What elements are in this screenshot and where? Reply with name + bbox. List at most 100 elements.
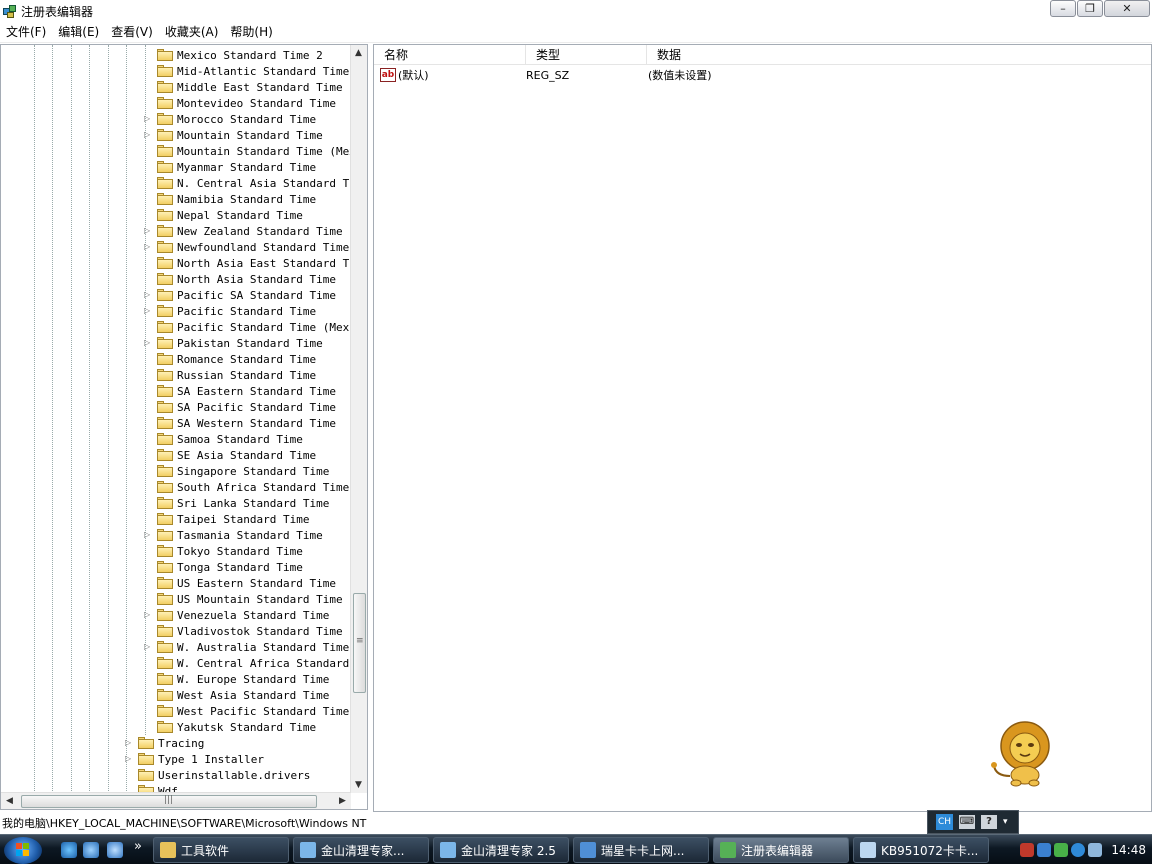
expand-icon[interactable]: ▷ (125, 754, 132, 763)
restore-button[interactable]: ❐ (1077, 0, 1103, 17)
tree-horizontal-scroll-thumb[interactable]: ||| (21, 795, 317, 808)
taskbar-button[interactable]: 金山清理专家... (293, 837, 429, 863)
tree-item[interactable]: Namibia Standard Time (157, 191, 316, 207)
tree-item[interactable]: Mid-Atlantic Standard Time (157, 63, 349, 79)
tree-item[interactable]: US Mountain Standard Time (157, 591, 343, 607)
expand-icon[interactable]: ▷ (144, 610, 151, 619)
tree-item[interactable]: Pacific SA Standard Time (157, 287, 336, 303)
language-bar-options-icon[interactable]: ▾ (1003, 817, 1008, 827)
tree-item[interactable]: Romance Standard Time (157, 351, 316, 367)
menu-file[interactable]: 文件(F) (0, 22, 52, 43)
tree-item[interactable]: Tasmania Standard Time (157, 527, 323, 543)
tree-item[interactable]: SE Asia Standard Time (157, 447, 316, 463)
tray-app-icon[interactable] (1088, 843, 1103, 857)
tree-item[interactable]: SA Western Standard Time (157, 415, 336, 431)
menu-help[interactable]: 帮助(H) (224, 22, 278, 43)
expand-icon[interactable]: ▷ (144, 226, 151, 235)
tree-item[interactable]: Tracing (138, 735, 204, 751)
taskbar-button[interactable]: 瑞星卡卡上网... (573, 837, 709, 863)
scroll-right-icon[interactable]: ▶ (339, 796, 346, 806)
quick-launch-more-icon[interactable]: » (134, 839, 142, 854)
tree-item[interactable]: Newfoundland Standard Time (157, 239, 349, 255)
tree-item[interactable]: Tokyo Standard Time (157, 543, 303, 559)
taskbar-button[interactable]: KB951072卡卡... (853, 837, 989, 863)
tree-item[interactable]: Myanmar Standard Time (157, 159, 316, 175)
taskbar-button[interactable]: 工具软件 (153, 837, 289, 863)
tree-item[interactable]: Mountain Standard Time (Mexico) (157, 143, 367, 159)
registry-values-pane[interactable]: 名称 类型 数据 ab (默认) REG_SZ (数值未设置) (373, 44, 1152, 812)
tree-item[interactable]: Pacific Standard Time (157, 303, 316, 319)
scroll-down-icon[interactable]: ▼ (355, 780, 362, 790)
tree-item[interactable]: Pakistan Standard Time (157, 335, 323, 351)
language-bar[interactable]: CH ⌨ ? ▾ (927, 810, 1019, 834)
tree-item[interactable]: SA Eastern Standard Time (157, 383, 336, 399)
menu-edit[interactable]: 编辑(E) (52, 22, 105, 43)
speaker-icon[interactable] (1020, 843, 1035, 857)
expand-icon[interactable]: ▷ (144, 130, 151, 139)
tree-item[interactable]: Yakutsk Standard Time (157, 719, 316, 735)
tree-item[interactable]: SA Pacific Standard Time (157, 399, 336, 415)
tree-item[interactable]: North Asia East Standard Time (157, 255, 367, 271)
tree-item[interactable]: North Asia Standard Time (157, 271, 336, 287)
tree-item[interactable]: Tonga Standard Time (157, 559, 303, 575)
registry-tree-pane[interactable]: Mexico Standard Time 2 Mid-Atlantic Stand… (0, 44, 368, 810)
tree-item[interactable]: New Zealand Standard Time (157, 223, 343, 239)
shield-icon[interactable] (107, 842, 123, 858)
input-language-indicator[interactable]: CH (936, 814, 953, 830)
expand-icon[interactable]: ▷ (125, 738, 132, 747)
expand-icon[interactable]: ▷ (144, 114, 151, 123)
umbrella-icon[interactable] (1054, 843, 1069, 857)
tree-item[interactable]: Type 1 Installer (138, 751, 264, 767)
tree-item[interactable]: Middle East Standard Time (157, 79, 343, 95)
tree-item[interactable]: Vladivostok Standard Time (157, 623, 343, 639)
expand-icon[interactable]: ▷ (144, 306, 151, 315)
quick-launch-app-icon[interactable] (83, 842, 99, 858)
tree-horizontal-scrollbar[interactable]: ◀ ||| ▶ (1, 792, 351, 809)
scroll-left-icon[interactable]: ◀ (6, 796, 13, 806)
tree-item[interactable]: Montevideo Standard Time (157, 95, 336, 111)
menu-favorites[interactable]: 收藏夹(A) (159, 22, 225, 43)
column-header-type[interactable]: 类型 (526, 45, 647, 65)
expand-icon[interactable]: ▷ (144, 530, 151, 539)
lion-mascot-icon[interactable] (990, 718, 1056, 788)
expand-icon[interactable]: ▷ (144, 338, 151, 347)
tree-item[interactable]: W. Australia Standard Time (157, 639, 349, 655)
column-header-name[interactable]: 名称 (374, 45, 526, 65)
start-button[interactable] (4, 837, 42, 864)
tree-item[interactable]: W. Central Africa Standard Time (157, 655, 367, 671)
value-row[interactable]: ab (默认) REG_SZ (数值未设置) (374, 67, 712, 83)
tree-vertical-scrollbar[interactable]: ▲ ≡ ▼ (350, 45, 367, 793)
column-header-data[interactable]: 数据 (647, 45, 1151, 65)
help-icon[interactable]: ? (981, 815, 997, 829)
tree-item[interactable]: South Africa Standard Time (157, 479, 349, 495)
tree-item[interactable]: W. Europe Standard Time (157, 671, 329, 687)
security-shield-icon[interactable] (1037, 843, 1052, 857)
tree-item[interactable]: Pacific Standard Time (Mexico) (157, 319, 367, 335)
expand-icon[interactable]: ▷ (144, 242, 151, 251)
tree-vertical-scroll-thumb[interactable]: ≡ (353, 593, 366, 693)
tree-item[interactable]: West Asia Standard Time (157, 687, 329, 703)
expand-icon[interactable]: ▷ (144, 290, 151, 299)
tree-item[interactable]: Taipei Standard Time (157, 511, 309, 527)
clock[interactable]: 14:48 (1111, 843, 1146, 857)
ie-icon[interactable] (61, 842, 77, 858)
tree-item[interactable]: Mountain Standard Time (157, 127, 323, 143)
minimize-button[interactable]: – (1050, 0, 1076, 17)
tree-item[interactable]: Samoa Standard Time (157, 431, 303, 447)
tree-item[interactable]: Userinstallable.drivers (138, 767, 310, 783)
tree-item[interactable]: Russian Standard Time (157, 367, 316, 383)
expand-icon[interactable]: ▷ (144, 642, 151, 651)
taskbar-button-active[interactable]: 注册表编辑器 (713, 837, 849, 863)
tree-item[interactable]: West Pacific Standard Time (157, 703, 349, 719)
tree-item[interactable]: US Eastern Standard Time (157, 575, 336, 591)
close-button[interactable]: ✕ (1104, 0, 1150, 17)
network-icon[interactable] (1071, 843, 1086, 857)
scroll-up-icon[interactable]: ▲ (355, 48, 362, 58)
tree-item[interactable]: Mexico Standard Time 2 (157, 47, 323, 63)
tree-item[interactable]: Singapore Standard Time (157, 463, 329, 479)
tree-item[interactable]: Venezuela Standard Time (157, 607, 329, 623)
keyboard-icon[interactable]: ⌨ (959, 815, 975, 829)
menu-view[interactable]: 查看(V) (105, 22, 159, 43)
tree-item[interactable]: Sri Lanka Standard Time (157, 495, 329, 511)
tree-item[interactable]: Nepal Standard Time (157, 207, 303, 223)
